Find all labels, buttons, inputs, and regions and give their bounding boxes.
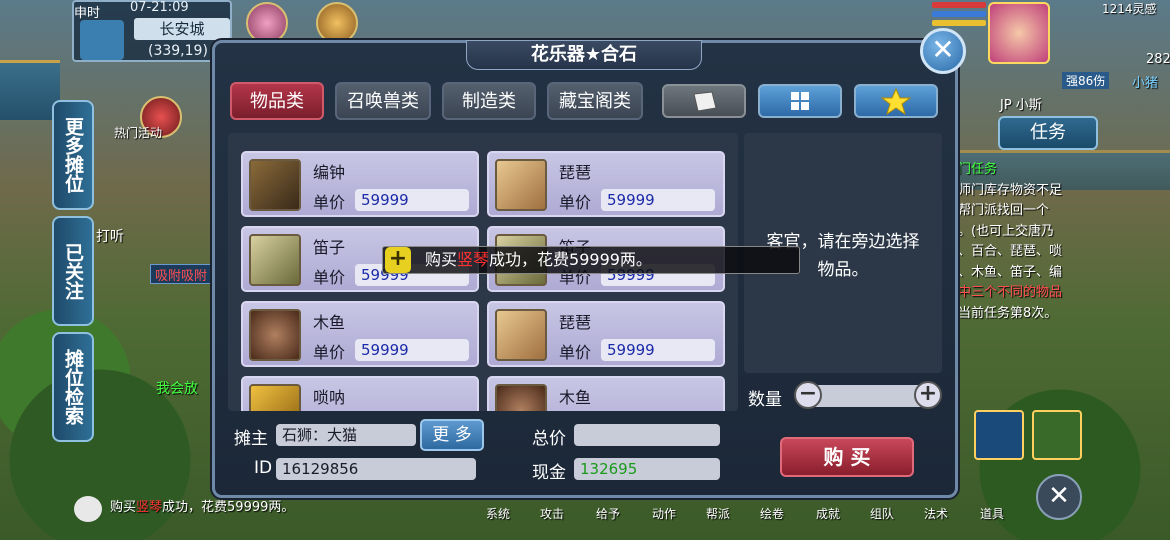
npc-name: 我会放 (156, 381, 198, 397)
task-line: 、木鱼、笛子、编 (958, 264, 1063, 280)
list-item[interactable]: 木鱼 单价 59999 (241, 301, 479, 367)
task-line: 。(也可上交唐乃 (958, 223, 1055, 239)
menu-give[interactable]: 给予 (596, 505, 620, 522)
minus-icon[interactable]: − (794, 381, 822, 409)
menu-action[interactable]: 动作 (652, 505, 676, 522)
coordinates: (339,19) (148, 43, 208, 59)
total-price (574, 424, 720, 446)
player-avatar[interactable] (988, 2, 1050, 64)
task-line: 帮门派找回一个 (958, 203, 1050, 218)
wooden-fish-icon (249, 309, 301, 361)
quantity-label: 数量 (748, 390, 782, 410)
menu-items[interactable]: 道具 (980, 505, 1004, 522)
suona-icon (249, 384, 301, 411)
flute-icon (249, 234, 301, 286)
favorite-button[interactable] (854, 84, 938, 118)
grid-view-button[interactable] (758, 84, 842, 118)
owner-name: 石狮：大猫 (276, 424, 416, 446)
skill-icon[interactable] (974, 410, 1024, 460)
dialog-close-button[interactable]: ✕ (920, 28, 966, 74)
grid-icon (791, 92, 809, 110)
plus-icon[interactable]: + (914, 381, 942, 409)
menu-attack[interactable]: 攻击 (540, 505, 564, 522)
chat-message: 购买竖琴成功，花费59999两。 (110, 500, 295, 515)
counter-2: 2826 (1146, 52, 1170, 67)
menu-achievement[interactable]: 成就 (816, 505, 840, 522)
scroll-icon[interactable] (316, 2, 358, 44)
book-icon (693, 91, 717, 112)
map-icon[interactable] (80, 20, 124, 60)
bianzhong-icon (249, 159, 301, 211)
chat-icon[interactable] (74, 496, 102, 522)
task-line: 当前任务第8次。 (958, 305, 1058, 321)
list-item[interactable]: 唢呐 (241, 376, 479, 411)
menu-system[interactable]: 系统 (486, 505, 510, 522)
list-item[interactable]: 编钟 单价 59999 (241, 151, 479, 217)
hot-activity-label: 热门活动 (114, 126, 163, 140)
task-button[interactable]: 任务 (998, 116, 1098, 150)
record-button[interactable] (662, 84, 746, 118)
list-item[interactable]: 琵琶 单价 59999 (487, 151, 725, 217)
tab-crafting[interactable]: 制造类 (442, 82, 536, 120)
plus-icon: + (385, 247, 411, 273)
cash-label: 现金 (532, 463, 566, 483)
menu-spell[interactable]: 法术 (924, 505, 948, 522)
list-item[interactable]: 琵琶 单价 59999 (487, 301, 725, 367)
purchase-toast: 购买竖琴成功，花费59999两。 (382, 246, 800, 274)
task-tracker: 门任务 师门库存物资不足 帮门派找回一个 。(也可上交唐乃 、百合、琵琶、唢 、… (958, 160, 1088, 324)
peach-icon[interactable] (246, 2, 288, 44)
npc-text: 打听 (96, 229, 124, 245)
dialog-title: 花乐器★合石 (466, 40, 702, 70)
buy-button[interactable]: 购 买 (780, 437, 914, 477)
player-label: JP 小斯 (1000, 98, 1042, 113)
more-button[interactable]: 更 多 (420, 419, 484, 451)
task-line: 师门库存物资不足 (958, 182, 1063, 198)
task-line: 、百合、琵琶、唢 (958, 244, 1063, 259)
team-member-name: 小猪 (1132, 76, 1159, 91)
menu-team[interactable]: 组队 (870, 505, 894, 522)
tab-items[interactable]: 物品类 (230, 82, 324, 120)
owner-id: 16129856 (276, 458, 476, 480)
more-stalls-button[interactable]: 更多摊位 (52, 100, 94, 210)
owner-label: 摊主 (234, 429, 268, 449)
star-icon (880, 87, 912, 116)
wooden-fish-icon (495, 384, 547, 411)
menu-scroll[interactable]: 绘卷 (760, 505, 784, 522)
time-label: 申时 (74, 6, 101, 21)
stall-search-button[interactable]: 摊位检索 (52, 332, 94, 442)
strength-badge: 强86伤 (1062, 72, 1110, 89)
list-item[interactable]: 木鱼 (487, 376, 725, 411)
total-price-label: 总价 (532, 429, 566, 449)
npc-stall-sign[interactable]: 吸附吸附 (150, 264, 212, 284)
map-name[interactable]: 长安城 (134, 18, 230, 40)
pipa-icon (495, 159, 547, 211)
status-bars (932, 2, 986, 29)
skill-icon[interactable] (1032, 410, 1082, 460)
task-line: 门任务 (958, 162, 998, 177)
menu-guild[interactable]: 帮派 (706, 505, 730, 522)
followed-button[interactable]: 已关注 (52, 216, 94, 326)
id-label: ID (254, 458, 273, 478)
game-time: 07-21:09 (130, 0, 189, 15)
task-line: 中三个不同的物品 (958, 285, 1063, 300)
building-roof (0, 60, 60, 120)
counter-top: 1214灵感 (1102, 2, 1157, 16)
pipa-icon (495, 309, 547, 361)
tab-treasure[interactable]: 藏宝阁类 (547, 82, 643, 120)
tab-summons[interactable]: 召唤兽类 (335, 82, 431, 120)
close-icon[interactable]: ✕ (1036, 474, 1082, 520)
cash-value: 132695 (574, 458, 720, 480)
